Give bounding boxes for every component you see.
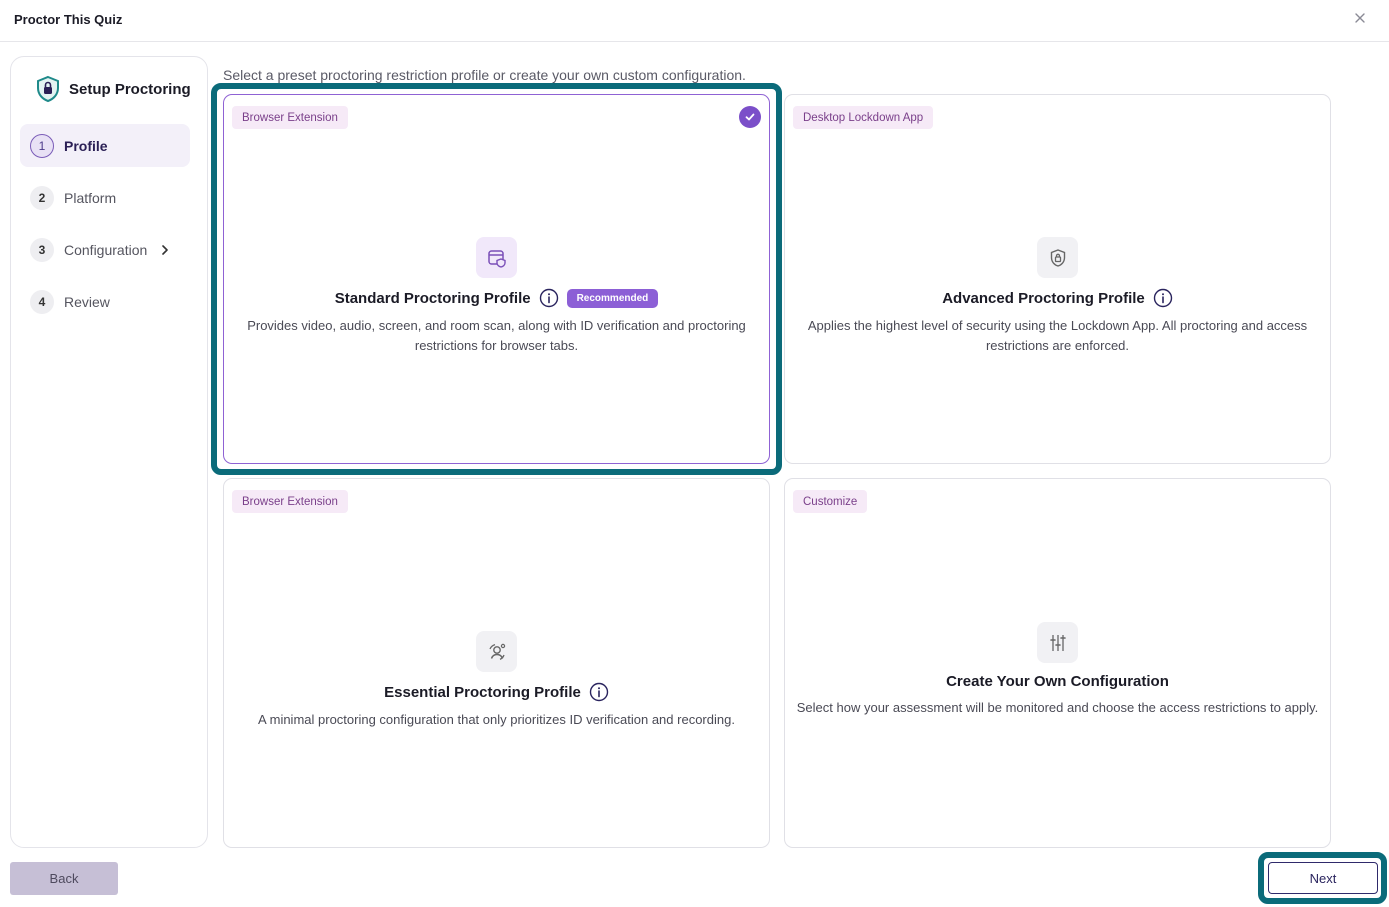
recommended-badge: Recommended [566,288,659,308]
card-description: A minimal proctoring configuration that … [258,712,735,727]
info-icon[interactable] [1153,288,1173,308]
step-profile[interactable]: 1 Profile [20,124,190,167]
card-title: Standard Proctoring Profile [334,289,531,307]
card-description: Applies the highest level of security us… [807,318,1308,353]
card-title: Create Your Own Configuration [946,673,1169,690]
card-badge: Browser Extension [232,106,348,129]
info-icon[interactable] [539,288,559,308]
sidebar-header: Setup Proctoring [35,75,191,103]
step-label: Platform [64,189,117,206]
card-badge: Desktop Lockdown App [793,106,934,129]
browser-shield-icon [476,237,517,278]
check-icon [739,106,761,128]
step-number: 2 [30,185,54,210]
step-platform[interactable]: 2 Platform [20,176,190,219]
step-label: Profile [64,137,108,154]
shield-lock-icon [37,75,59,103]
face-scan-icon [476,631,517,672]
step-label: Review [64,293,110,310]
step-number: 3 [30,237,54,262]
card-description: Provides video, audio, screen, and room … [247,318,746,353]
card-badge: Customize [793,490,868,513]
card-title: Advanced Proctoring Profile [942,289,1145,307]
info-icon[interactable] [589,682,609,702]
step-number: 4 [30,289,54,314]
profile-card-custom[interactable]: Customize Create Your Own Configuration … [784,478,1331,848]
profile-card-advanced[interactable]: Desktop Lockdown App Advanced Proctoring… [784,94,1331,464]
dialog-title: Proctor This Quiz [14,12,123,27]
dialog-header: Proctor This Quiz [0,0,1389,42]
card-description: Select how your assessment will be monit… [796,700,1319,715]
chevron-right-icon[interactable] [159,244,171,256]
close-icon[interactable] [1351,9,1369,27]
profile-card-essential[interactable]: Browser Extension Essential Proctoring P… [223,478,770,848]
back-button[interactable]: Back [10,862,118,895]
profile-card-standard[interactable]: Browser Extension Standard Proctoring Pr… [223,94,770,464]
lock-shield-icon [1037,237,1078,278]
card-title: Essential Proctoring Profile [384,683,581,701]
step-number: 1 [30,133,54,158]
step-review[interactable]: 4 Review [20,280,190,323]
step-configuration[interactable]: 3 Configuration [20,228,190,271]
next-button[interactable]: Next [1268,862,1378,894]
card-badge: Browser Extension [232,490,348,513]
instruction-text: Select a preset proctoring restriction p… [223,67,746,83]
step-label: Configuration [64,241,148,258]
sidebar-title: Setup Proctoring [69,80,191,98]
setup-sidebar: Setup Proctoring 1 Profile 2 Platform 3 … [10,56,208,848]
sliders-icon [1037,622,1078,663]
